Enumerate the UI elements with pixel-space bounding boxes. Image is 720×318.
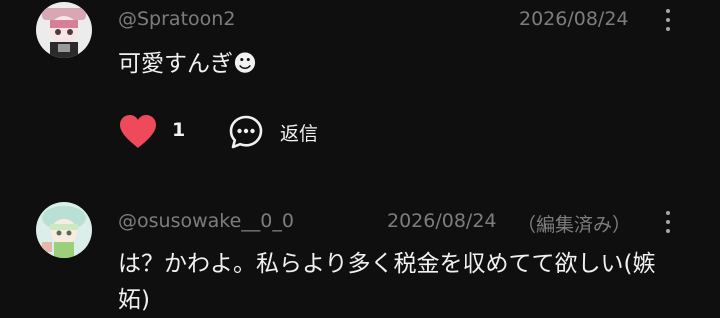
comment-actions: 1 返信	[118, 110, 418, 152]
avatar[interactable]	[36, 2, 92, 58]
comment-item: @Spratoon2 2026/08/24 可愛すんぎ☻ 1 返信	[0, 0, 720, 180]
speech-bubble-icon[interactable]	[228, 114, 264, 150]
reply-button[interactable]: 返信	[280, 119, 318, 146]
comment-date[interactable]: 2026/08/24	[387, 210, 497, 232]
comment-text: は？かわよ。私らより多く税金を収めてて欲しい(嫉妬)	[118, 251, 656, 313]
avatar-image	[36, 202, 92, 258]
comment-date[interactable]: 2026/08/24	[519, 8, 629, 30]
like-count: 1	[172, 119, 186, 141]
more-vertical-icon[interactable]	[662, 6, 674, 36]
comment-meta: @osusowake__0_0 2026/08/24 （編集済み）	[118, 210, 720, 236]
comment-meta: @Spratoon2 2026/08/24	[118, 8, 720, 32]
comment-item: @osusowake__0_0 2026/08/24 （編集済み） は？かわよ。…	[0, 196, 720, 313]
comment-text: 可愛すんぎ☻	[118, 51, 257, 77]
heart-icon[interactable]	[118, 114, 158, 150]
avatar-image	[36, 2, 92, 58]
author-handle[interactable]: @osusowake__0_0	[118, 210, 294, 232]
edited-label: （編集済み）	[517, 214, 632, 236]
more-vertical-icon[interactable]	[662, 208, 674, 238]
author-handle[interactable]: @Spratoon2	[118, 8, 235, 30]
avatar[interactable]	[36, 202, 92, 258]
